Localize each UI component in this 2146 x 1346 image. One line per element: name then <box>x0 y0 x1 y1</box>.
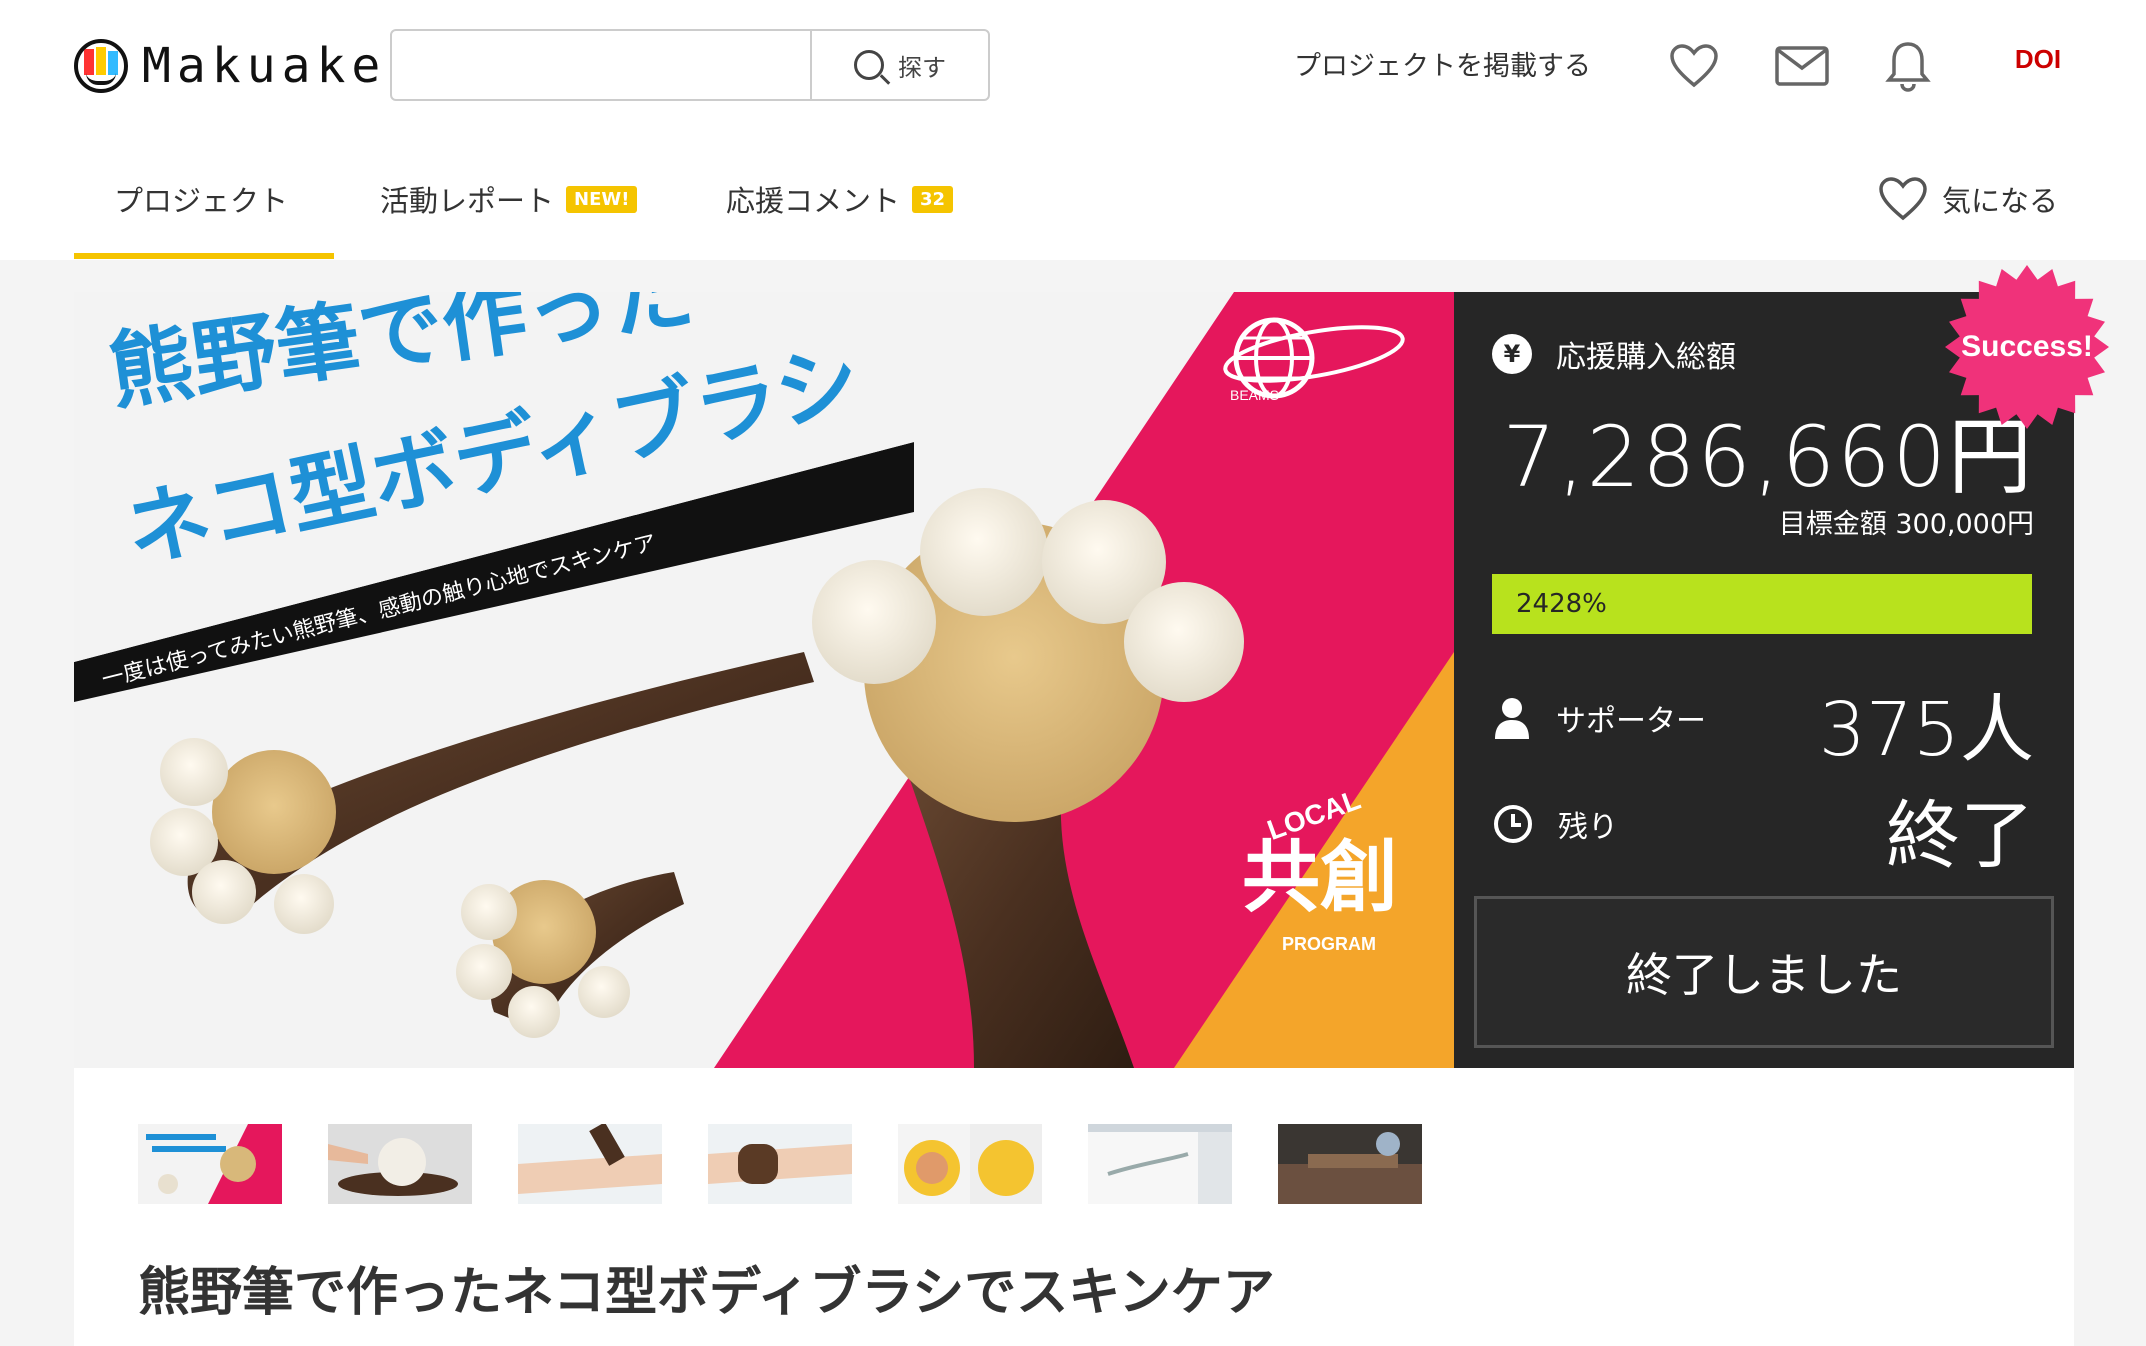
progress-bar-fill: 2428% <box>1492 574 2032 634</box>
remaining-row: 残り <box>1492 802 1618 846</box>
tab-comments-label: 応援コメント <box>726 184 901 218</box>
success-badge-label: Success! <box>1961 330 2093 363</box>
supporters-value: 375人 <box>1818 687 2034 773</box>
search-button[interactable]: 探す <box>812 31 988 99</box>
thumbnail-3[interactable] <box>518 1124 662 1204</box>
favorite-button[interactable]: 気になる <box>1878 176 2058 222</box>
tab-activity-report-label: 活動レポート <box>380 184 555 218</box>
search-button-label: 探す <box>898 53 946 82</box>
total-row: ¥ 応援購入総額 <box>1492 332 1736 376</box>
success-badge: Success! <box>1942 262 2112 432</box>
remaining-value: 終了 <box>1886 793 2034 879</box>
bell-icon[interactable] <box>1880 38 1936 94</box>
new-badge: NEW! <box>566 185 638 213</box>
project-main-image[interactable]: 熊野筆で作った ネコ型ボディブラシ 一度は使ってみたい熊野筆、感動の触り心地でス… <box>74 292 1454 1068</box>
goal-amount: 目標金額 300,000円 <box>1778 509 2034 540</box>
clock-icon <box>1494 805 1532 843</box>
heart-icon <box>1879 177 1927 221</box>
favorites-heart-icon[interactable] <box>1666 38 1722 94</box>
search-box: 探す <box>390 29 990 101</box>
active-tab-indicator <box>74 253 334 259</box>
logo-text: Makuake <box>142 38 387 94</box>
hero-brand: BEAMS <box>1230 387 1279 403</box>
tab-project[interactable]: プロジェクト <box>114 178 288 220</box>
remaining-label: 残り <box>1558 810 1618 845</box>
comment-count-badge: 32 <box>912 185 954 213</box>
yen-icon: ¥ <box>1492 334 1532 374</box>
person-icon <box>1495 698 1529 739</box>
search-icon <box>854 50 884 80</box>
thumbnail-5[interactable] <box>898 1124 1042 1204</box>
makuake-logo[interactable]: Makuake <box>74 38 386 94</box>
project-ended-button[interactable]: 終了しました <box>1474 896 2054 1048</box>
thumbnail-2[interactable] <box>328 1124 472 1204</box>
thumbnail-1[interactable] <box>138 1124 282 1204</box>
makuake-logo-icon <box>74 39 128 93</box>
hero-badge-bottom: PROGRAM <box>1282 934 1376 954</box>
tab-activity-report[interactable]: 活動レポート NEW! <box>380 178 638 220</box>
user-avatar[interactable]: DOI <box>2010 46 2066 72</box>
progress-label: 2428% <box>1516 589 1607 619</box>
project-title: 熊野筆で作ったネコ型ボディブラシでスキンケア <box>138 1263 1275 1323</box>
user-avatar-text: DOI <box>2014 44 2062 74</box>
hero-badge-main: 共創 <box>1242 833 1398 923</box>
search-input[interactable] <box>392 31 812 99</box>
supporters-label: サポーター <box>1556 704 1706 739</box>
thumbnail-7[interactable] <box>1278 1124 1422 1204</box>
tab-comments[interactable]: 応援コメント 32 <box>726 178 954 220</box>
tab-project-label: プロジェクト <box>114 184 289 218</box>
supporters-row: サポーター <box>1492 696 1706 740</box>
thumbnail-4[interactable] <box>708 1124 852 1204</box>
total-label: 応援購入総額 <box>1556 340 1736 375</box>
favorite-label: 気になる <box>1942 184 2059 218</box>
thumbnail-6[interactable] <box>1088 1124 1232 1204</box>
mail-icon[interactable] <box>1774 38 1830 94</box>
progress-bar: 2428% <box>1492 574 2032 634</box>
post-project-link[interactable]: プロジェクトを掲載する <box>1294 44 1591 83</box>
